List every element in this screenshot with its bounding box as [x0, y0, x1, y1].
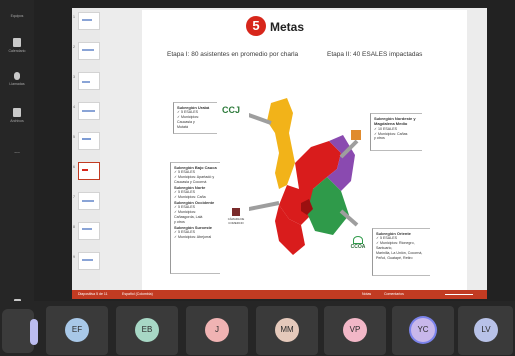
more-apps-button[interactable]: ... — [0, 148, 34, 155]
avatar: VP — [343, 318, 367, 342]
region-uraba — [267, 98, 295, 189]
slide-thumbnail[interactable]: 8 — [73, 222, 100, 240]
teams-window: Equipos Calendario Llamadas Archivos ...… — [0, 0, 515, 356]
oriente-box: Subregión Oriente ✓ 5 ESALES ✓ Municipio… — [372, 228, 430, 276]
participant-tile-speaking[interactable]: YC — [392, 306, 454, 355]
slide-thumbnail-panel: 1 2 3 4 5 6 7 8 9 — [72, 8, 100, 290]
file-icon — [13, 108, 21, 117]
nordeste-box: Subregión Nordeste y Magdalena Medio ✓ 1… — [370, 113, 422, 151]
rail-item-label: Archivos — [10, 119, 24, 123]
calendar-icon — [13, 38, 21, 47]
antioquia-map — [249, 98, 359, 255]
rail-item-files[interactable]: Archivos — [0, 108, 34, 123]
language-indicator: Español (Colombia) — [122, 292, 153, 296]
comments-button[interactable]: Comentarios — [384, 290, 404, 299]
rail-item-label: Llamadas — [9, 82, 25, 86]
slide-canvas: 5 Metas Etapa I: 80 asistentes en promed… — [142, 10, 467, 293]
slide-thumbnail[interactable]: 5 — [73, 132, 100, 150]
avatar: YC — [411, 318, 435, 342]
participants-strip: EF EB J MM VP YC LV — [0, 301, 515, 356]
avatar: LV — [474, 318, 498, 342]
slide-thumbnail[interactable]: 9 — [73, 252, 100, 270]
slide-thumbnail[interactable]: 7 — [73, 192, 100, 210]
rail-item-calendar[interactable]: Calendario — [0, 38, 34, 53]
camara-comercio-logo: CÁMARA DE COMERCIO — [222, 208, 250, 225]
notes-button[interactable]: Notas — [362, 290, 371, 299]
ccj-logo: CCJ — [222, 105, 241, 115]
slide-title: Metas — [270, 20, 305, 34]
uraba-box: Subregión Urabá ✓ 5 ESALES ✓ Municipios:… — [173, 102, 217, 134]
avatar: EB — [135, 318, 159, 342]
zoom-slider[interactable] — [445, 294, 473, 295]
slide-number-badge: 5 — [246, 16, 266, 36]
slide-thumbnail[interactable]: 3 — [73, 72, 100, 90]
participant-tile[interactable]: LV — [458, 306, 513, 355]
avatar: MM — [275, 318, 299, 342]
participant-tile[interactable]: VP — [324, 306, 386, 355]
presentation-area: 5 Metas Etapa I: 80 asistentes en promed… — [100, 8, 487, 293]
avatar: J — [205, 318, 229, 342]
stage-2-label: Etapa II: 40 ESALES impactadas — [327, 51, 423, 58]
slide-thumbnail-selected[interactable]: 6 — [73, 162, 100, 180]
participant-tile[interactable]: MM — [256, 306, 318, 355]
rail-item-label: Equipos — [10, 14, 24, 18]
phone-icon — [14, 72, 20, 80]
self-video-tile[interactable] — [2, 309, 38, 353]
slide-thumbnail[interactable]: 2 — [73, 42, 100, 60]
participant-tile[interactable]: EF — [46, 306, 108, 355]
more-icon: ... — [14, 148, 20, 155]
participant-tile[interactable]: EB — [116, 306, 178, 355]
rail-item-label: Calendario — [8, 49, 26, 53]
slide-counter: Diapositiva 5 de 11 — [78, 292, 108, 296]
western-regions-box: Subregión Bajo Cauca ✓ 5 ESALES ✓ Munici… — [170, 162, 220, 274]
rail-item-teams[interactable]: Equipos — [0, 14, 34, 18]
arrow-west — [249, 201, 280, 212]
avatar: EF — [65, 318, 89, 342]
slide-thumbnail[interactable]: 4 — [73, 102, 100, 120]
ppt-status-bar: Diapositiva 5 de 11 Español (Colombia) N… — [72, 290, 487, 299]
participant-tile[interactable]: J — [186, 306, 248, 355]
slide-thumbnail[interactable]: 1 — [73, 12, 100, 30]
rail-item-calls[interactable]: Llamadas — [0, 72, 34, 86]
stage-1-label: Etapa I: 80 asistentes en promedio por c… — [167, 51, 299, 58]
